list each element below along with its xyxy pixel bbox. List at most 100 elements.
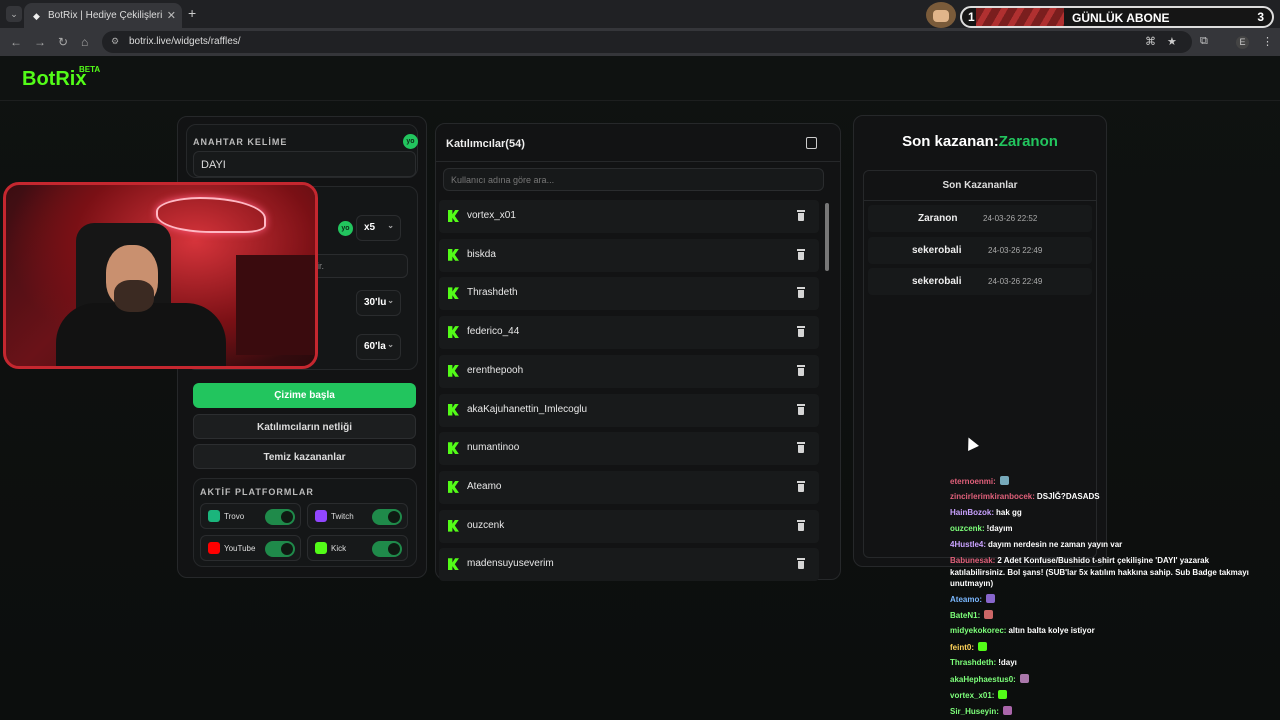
streamer-mascot-avatar [926,2,956,28]
divider [436,161,840,162]
participant-row: Ateamo [439,470,819,504]
keyword-label: ANAHTAR KELİME [193,137,288,147]
trovo-toggle[interactable] [265,509,295,525]
forward-arrow-icon[interactable]: → [34,35,46,49]
trash-icon[interactable] [796,210,806,221]
trash-icon[interactable] [796,442,806,454]
chat-text: 2 Adet Konfuse/Bushido t-shirt çekilişin… [997,556,1210,565]
kick-toggle[interactable] [372,541,402,557]
botrix-logo[interactable]: BotRix [22,68,86,91]
copy-icon[interactable] [806,137,817,149]
chat-message: eternoenmi: [950,476,1270,487]
kick-icon [448,519,459,532]
participant-row: Thrashdeth [439,277,819,311]
chat-message: BateN1: [950,610,1270,621]
chat-username: vortex_x01: [950,691,995,700]
chat-text: unutmayın) [950,579,994,588]
chat-emote-icon [984,610,994,619]
winner-date: 24-03-26 22:49 [988,277,1043,286]
chat-username: Thrashdeth: [950,658,997,667]
chat-message: katılabilirsiniz. Bol şans! (SUB'lar 5x … [950,568,1270,578]
site-header: BotRix BETA [0,56,1280,101]
trash-icon[interactable] [796,248,806,260]
chevron-down-icon: ⌄ [387,340,394,349]
winner-row: sekerobali 24-03-26 22:49 [868,268,1092,295]
site-info-icon[interactable]: ⚙ [111,36,119,47]
youtube-toggle[interactable] [265,541,295,557]
tab-search-chevron-icon[interactable]: ⌄ [6,6,22,22]
twitch-toggle[interactable] [372,509,402,525]
new-tab-plus-icon[interactable]: + [188,5,196,21]
chat-message: ouzcenk: !dayım [950,524,1270,534]
chevron-down-icon: ⌄ [387,296,394,305]
participant-row: ouzcenk [439,509,819,543]
platform-trovo: Trovo [200,503,301,529]
participant-name: vortex_x01 [467,210,516,221]
winner-name: sekerobali [912,276,962,287]
bookmark-star-icon[interactable]: ★ [1167,35,1177,48]
yo-emote-icon-2: yo [338,221,353,236]
clear-participants-button[interactable]: Katılımcıların netliği [193,414,416,439]
trash-icon[interactable] [796,403,806,415]
duration-select-2[interactable]: 60'la ⌄ [356,334,401,360]
chat-emote-icon [999,476,1009,485]
browser-tab[interactable]: ◆ BotRix | Hediye Çekilişleri ✕ [24,3,182,28]
reload-icon[interactable]: ↻ [58,35,68,49]
participant-row: federico_44 [439,316,819,350]
twitch-icon [315,510,327,522]
participant-name: Thrashdeth [467,287,518,299]
keyword-input[interactable]: DAYI [193,151,416,177]
home-icon[interactable]: ⌂ [81,35,88,49]
chat-message: unutmayın) [950,579,1270,589]
winner-row: sekerobali 24-03-26 22:49 [868,236,1092,264]
participant-name: akaKajuhanettin_Imlecoglu [467,403,588,415]
trash-icon[interactable] [796,287,806,299]
chat-message: Babunesak: 2 Adet Konfuse/Bushido t-shirt… [950,556,1270,566]
chat-emote-icon [1002,706,1012,715]
start-raffle-button[interactable]: Çizime başla [193,383,416,408]
participant-row: numantinoo [439,432,819,466]
clear-winners-button[interactable]: Temiz kazananlar [193,444,416,469]
participant-row: biskda [439,238,819,272]
multiplier-select[interactable]: x5 ⌄ [356,215,401,241]
menu-kebab-icon[interactable]: ⋮ [1262,35,1273,48]
trash-icon[interactable] [796,519,806,531]
winner-date: 24-03-26 22:49 [988,245,1043,255]
trash-icon[interactable] [796,480,806,492]
trash-icon[interactable] [796,558,806,570]
kick-icon [448,364,459,377]
translate-icon[interactable]: ⌘ [1145,35,1156,48]
chat-text: dayım nerdesin ne zaman yayın var [988,540,1123,549]
chat-username: zincirlerimkiranbocek: [950,492,1035,501]
back-arrow-icon[interactable]: ← [10,35,22,49]
trash-icon[interactable] [796,364,806,376]
platform-name: Twitch [331,512,354,521]
chat-message: HainBozok: hak gg [950,508,1270,518]
kick-icon [448,326,459,339]
chat-username: ouzcenk: [950,524,985,533]
platform-twitch: Twitch [307,503,408,529]
trash-icon[interactable] [796,326,806,338]
duration-value-2: 60'la [364,341,386,352]
chat-emote-icon [986,594,996,603]
close-tab-icon[interactable]: ✕ [167,9,176,22]
scrollbar-thumb[interactable] [825,203,829,271]
participant-search-input[interactable]: Kullanıcı adına göre ara... [443,168,824,191]
extensions-icon[interactable]: ⧉ [1200,35,1208,48]
last-winner-heading: Son kazanan:Zaranon [853,133,1107,150]
trovo-icon [208,510,220,522]
chat-text: !dayım [986,524,1013,533]
winner-date: 24-03-26 22:52 [983,214,1038,223]
participant-name: ouzcenk [467,519,505,531]
chat-emote-icon [998,690,1008,699]
keyword-input-value: DAYI [201,159,226,171]
yo-emote-icon: yo [403,134,418,149]
profile-avatar[interactable]: E [1236,36,1249,49]
address-bar[interactable]: ⚙ botrix.live/widgets/raffles/ [102,31,1192,53]
kick-icon [448,558,459,571]
tab-title: BotRix | Hediye Çekilişleri [48,10,163,21]
chat-emote-icon [1019,674,1029,683]
duration-select-1[interactable]: 30'lu ⌄ [356,290,401,316]
participant-name: madensuyuseverim [467,558,554,570]
chat-username: Sir_Huseyin: [950,707,999,716]
